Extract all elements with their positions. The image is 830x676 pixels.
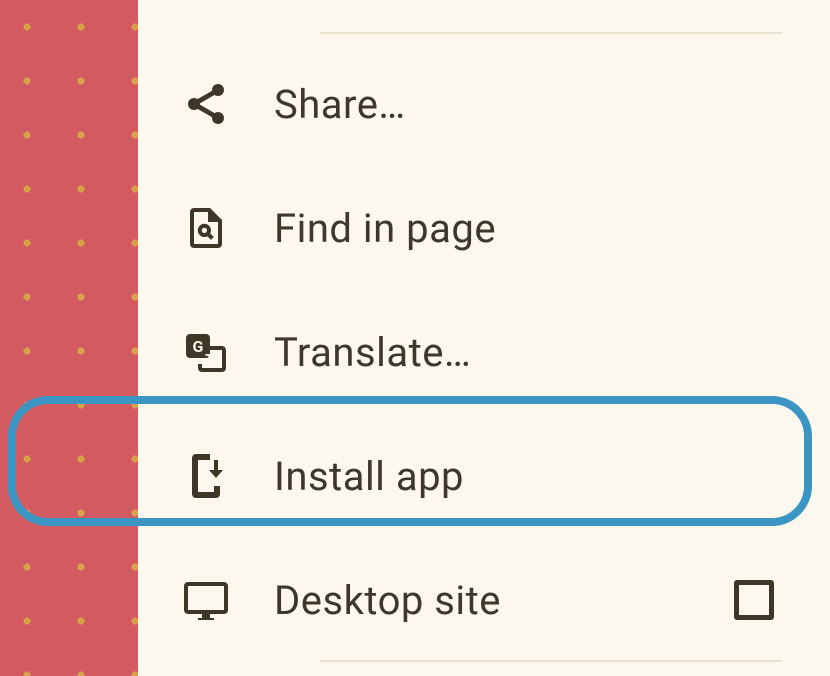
desktop-site-checkbox[interactable] (734, 580, 774, 620)
menu-item-desktop-site[interactable]: Desktop site (138, 538, 830, 662)
menu-item-install-app[interactable]: Install app (138, 414, 830, 538)
menu-item-label: Translate… (274, 329, 471, 376)
menu-item-translate[interactable]: G 文 Translate… (138, 290, 830, 414)
menu-item-label: Desktop site (274, 577, 501, 624)
install-app-icon (182, 452, 230, 500)
find-in-page-icon (182, 204, 230, 252)
menu-item-label: Install app (274, 453, 464, 500)
menu-items-list: Share… Find in page G 文 Tra (138, 42, 830, 662)
svg-text:G: G (193, 337, 204, 356)
share-icon (182, 80, 230, 128)
desktop-icon (182, 576, 230, 624)
menu-divider-top (320, 32, 782, 34)
svg-text:文: 文 (205, 350, 222, 369)
menu-item-find-in-page[interactable]: Find in page (138, 166, 830, 290)
menu-item-label: Find in page (274, 205, 496, 252)
browser-overflow-menu: Share… Find in page G 文 Tra (138, 0, 830, 676)
menu-item-share[interactable]: Share… (138, 42, 830, 166)
menu-divider-bottom (320, 660, 782, 662)
translate-icon: G 文 (182, 328, 230, 376)
menu-item-label: Share… (274, 81, 406, 128)
